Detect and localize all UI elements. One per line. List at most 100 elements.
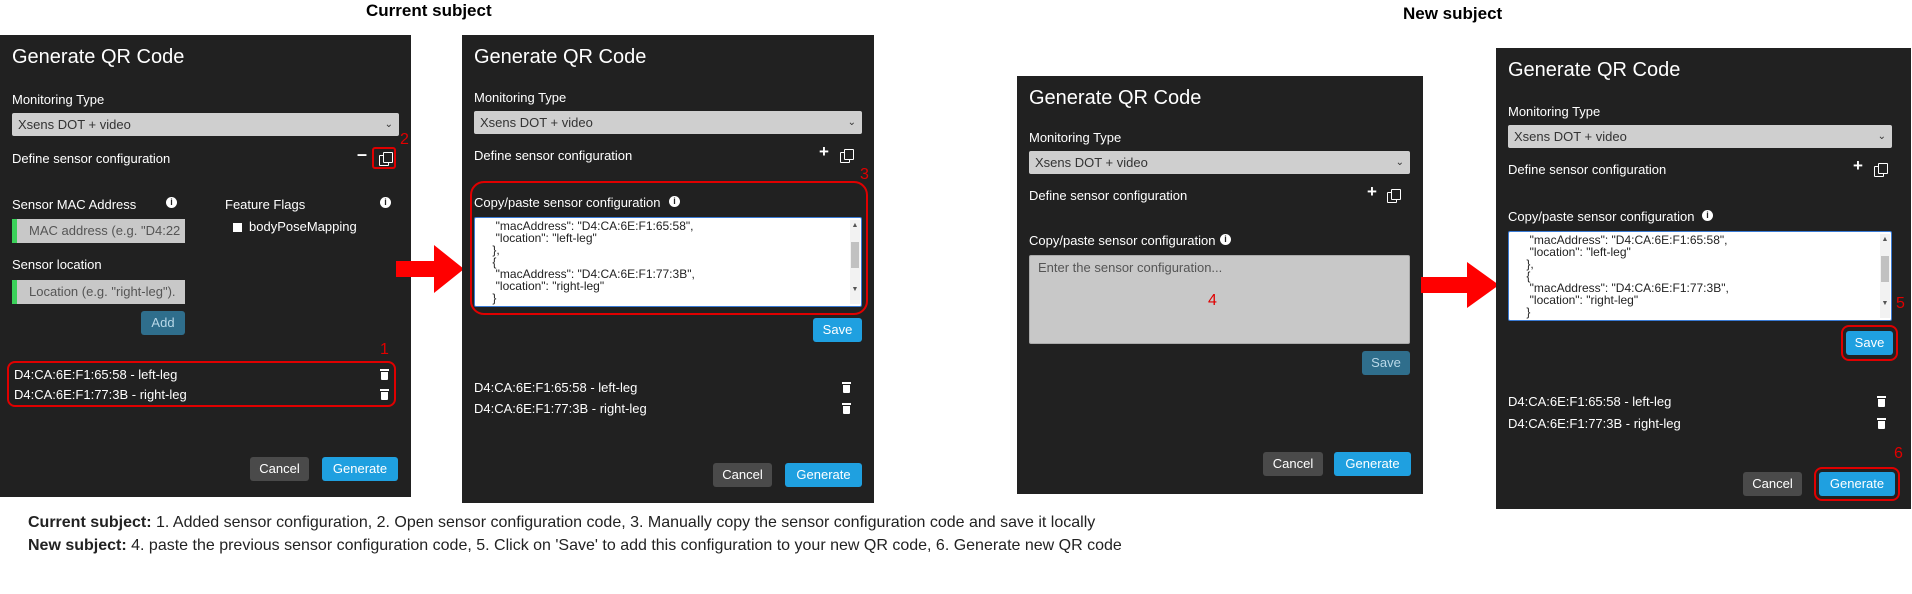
monitoring-type-label: Monitoring Type <box>1029 130 1122 145</box>
qr-dialog-current-1: Generate QR Code Monitoring Type Xsens D… <box>0 35 411 497</box>
config-line: }, <box>1523 257 1534 271</box>
copy-paste-label: Copy/paste sensor configuration <box>1508 209 1695 224</box>
monitoring-type-value: Xsens DOT + video <box>480 115 593 130</box>
cancel-button[interactable]: Cancel <box>250 457 309 481</box>
config-placeholder: Enter the sensor configuration... <box>1038 260 1223 275</box>
trash-icon[interactable] <box>1877 396 1886 407</box>
define-sensor-label: Define sensor configuration <box>1508 162 1667 177</box>
save-button[interactable]: Save <box>1362 351 1410 375</box>
config-line: "location": "left-leg" <box>489 231 597 245</box>
cancel-button[interactable]: Cancel <box>713 463 772 487</box>
cancel-button[interactable]: Cancel <box>1263 452 1323 476</box>
define-sensor-label: Define sensor configuration <box>12 151 171 166</box>
info-icon[interactable]: i <box>1220 234 1231 245</box>
sensor-entry: D4:CA:6E:F1:65:58 - left-leg <box>1508 394 1672 409</box>
generate-button[interactable]: Generate <box>1819 472 1895 496</box>
dialog-title: Generate QR Code <box>12 46 185 68</box>
textarea-scrollbar[interactable]: ▲ ▼ <box>850 220 860 304</box>
caption-bold-new: New subject: <box>28 537 127 554</box>
caption-line-2: New subject: 4. paste the previous senso… <box>28 537 1122 555</box>
config-line: "location": "right-leg" <box>1523 293 1639 307</box>
qr-dialog-new-1: Generate QR Code Monitoring Type Xsens D… <box>1017 76 1423 494</box>
trash-icon[interactable] <box>1877 418 1886 429</box>
arrow-right-icon <box>1421 262 1499 308</box>
arrow-right-icon <box>396 245 464 293</box>
chevron-down-icon: ⌄ <box>1877 131 1886 142</box>
trash-icon[interactable] <box>842 403 851 414</box>
sensor-entry: D4:CA:6E:F1:77:3B - right-leg <box>474 401 647 416</box>
config-line: }, <box>489 243 500 257</box>
config-line: "location": "right-leg" <box>489 279 605 293</box>
body-pose-label: bodyPoseMapping <box>249 219 357 234</box>
plus-icon[interactable]: + <box>819 143 829 160</box>
mac-address-input[interactable]: MAC address (e.g. "D4:22 <box>12 219 185 243</box>
copy-paste-label: Copy/paste sensor configuration <box>1029 233 1216 248</box>
add-button[interactable]: Add <box>141 311 185 335</box>
caption-text-current: 1. Added sensor configuration, 2. Open s… <box>151 514 1096 531</box>
sensor-entry: D4:CA:6E:F1:77:3B - right-leg <box>14 387 187 402</box>
sensor-entry: D4:CA:6E:F1:65:58 - left-leg <box>474 380 638 395</box>
step-number-4: 4 <box>1208 292 1217 309</box>
copy-icon[interactable] <box>840 149 854 163</box>
define-sensor-label: Define sensor configuration <box>474 148 633 163</box>
sensor-config-textarea[interactable]: Enter the sensor configuration... <box>1029 255 1410 344</box>
dialog-title: Generate QR Code <box>1508 59 1681 81</box>
sensor-location-input[interactable]: Location (e.g. "right-leg"). <box>12 280 185 304</box>
monitoring-type-label: Monitoring Type <box>1508 104 1601 119</box>
sensor-entry: D4:CA:6E:F1:65:58 - left-leg <box>14 367 178 382</box>
new-subject-heading: New subject <box>1403 4 1503 23</box>
generate-button[interactable]: Generate <box>785 463 862 487</box>
minus-icon[interactable]: – <box>357 145 367 163</box>
monitoring-type-label: Monitoring Type <box>474 90 567 105</box>
plus-icon[interactable]: + <box>1367 183 1377 200</box>
sensor-config-textarea[interactable]: "macAddress": "D4:CA:6E:F1:65:58", "loca… <box>1508 231 1892 321</box>
trash-icon[interactable] <box>380 369 389 380</box>
chevron-down-icon: ⌄ <box>384 119 393 130</box>
generate-button[interactable]: Generate <box>322 457 398 481</box>
config-line: } <box>1523 305 1531 319</box>
caption-text-new: 4. paste the previous sensor configurati… <box>126 537 1122 554</box>
feature-flags-label: Feature Flags <box>225 197 306 212</box>
step-number-2: 2 <box>400 131 409 148</box>
monitoring-type-value: Xsens DOT + video <box>18 117 131 132</box>
monitoring-type-label: Monitoring Type <box>12 92 105 107</box>
sensor-location-label: Sensor location <box>12 257 102 272</box>
sensor-entry: D4:CA:6E:F1:77:3B - right-leg <box>1508 416 1681 431</box>
monitoring-type-value: Xsens DOT + video <box>1035 155 1148 170</box>
save-button[interactable]: Save <box>1846 331 1893 355</box>
step-number-1: 1 <box>380 341 389 358</box>
step-number-5: 5 <box>1896 295 1905 312</box>
current-subject-heading: Current subject <box>366 1 492 20</box>
trash-icon[interactable] <box>380 389 389 400</box>
highlight-box-2 <box>372 147 396 169</box>
dialog-title: Generate QR Code <box>1029 87 1202 109</box>
info-icon[interactable]: i <box>380 197 391 208</box>
config-line: "location": "left-leg" <box>1523 245 1631 259</box>
generate-button[interactable]: Generate <box>1334 452 1411 476</box>
textarea-scrollbar[interactable]: ▲ ▼ <box>1880 234 1890 318</box>
monitoring-type-select[interactable]: Xsens DOT + video ⌄ <box>474 111 862 134</box>
trash-icon[interactable] <box>842 382 851 393</box>
info-icon[interactable]: i <box>1702 210 1713 221</box>
monitoring-type-select[interactable]: Xsens DOT + video ⌄ <box>1508 125 1892 148</box>
step-number-3: 3 <box>860 166 869 183</box>
info-icon[interactable]: i <box>166 197 177 208</box>
sensor-config-textarea[interactable]: "macAddress": "D4:CA:6E:F1:65:58", "loca… <box>474 217 862 307</box>
mac-address-label: Sensor MAC Address <box>12 197 137 212</box>
monitoring-type-select[interactable]: Xsens DOT + video ⌄ <box>1029 151 1410 174</box>
monitoring-type-select[interactable]: Xsens DOT + video ⌄ <box>12 113 399 136</box>
step-number-6: 6 <box>1894 445 1903 462</box>
monitoring-type-value: Xsens DOT + video <box>1514 129 1627 144</box>
chevron-down-icon: ⌄ <box>847 117 856 128</box>
save-button[interactable]: Save <box>813 318 862 342</box>
plus-icon[interactable]: + <box>1853 157 1863 174</box>
qr-dialog-current-2: Generate QR Code Monitoring Type Xsens D… <box>462 35 874 503</box>
copy-paste-label: Copy/paste sensor configuration <box>474 195 661 210</box>
copy-icon[interactable] <box>1874 163 1888 177</box>
cancel-button[interactable]: Cancel <box>1743 472 1802 496</box>
info-icon[interactable]: i <box>669 196 680 207</box>
copy-icon[interactable] <box>1387 189 1401 203</box>
caption-bold-current: Current subject: <box>28 514 152 531</box>
body-pose-checkbox[interactable] <box>233 223 242 232</box>
caption-line-1: Current subject: 1. Added sensor configu… <box>28 514 1095 532</box>
